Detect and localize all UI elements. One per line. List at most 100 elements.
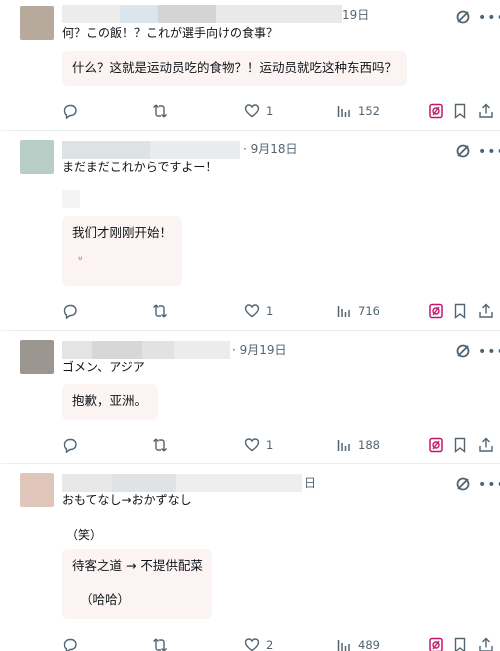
translation-text-line2: （哈哈） <box>80 592 131 607</box>
views-button[interactable]: 152 <box>336 101 380 121</box>
share-icon <box>479 103 493 118</box>
bookmark-button[interactable] <box>452 301 468 321</box>
author-name-blurred[interactable] <box>62 141 240 159</box>
grok-icon[interactable] <box>455 143 471 159</box>
like-count: 1 <box>266 304 274 318</box>
share-button[interactable] <box>478 301 494 321</box>
grok-button[interactable] <box>428 301 444 321</box>
retweet-button[interactable] <box>152 101 168 121</box>
action-bar: 2 489 <box>0 635 500 651</box>
like-button[interactable]: 1 <box>244 101 273 121</box>
post[interactable]: · 9月19日 ゴメン、アジア 抱歉，亚洲。 ••• 1 188 <box>0 331 500 464</box>
more-icon[interactable]: ••• <box>478 11 500 25</box>
grok-button[interactable] <box>428 435 444 455</box>
grok-icon[interactable] <box>455 343 471 359</box>
grok-icon[interactable] <box>455 9 471 25</box>
reply-button[interactable] <box>62 435 78 455</box>
retweet-icon <box>153 304 167 318</box>
like-button[interactable]: 1 <box>244 435 273 455</box>
reply-icon <box>63 438 77 453</box>
avatar[interactable] <box>20 340 54 374</box>
post-date[interactable]: 19日 <box>342 7 369 23</box>
reply-button[interactable] <box>62 635 78 651</box>
translation-text: 抱歉，亚洲。 <box>72 393 148 408</box>
translation-box: 我们才刚刚开始！ ᐡ <box>62 216 182 286</box>
reply-feed: 19日 何？この飯！？これが選手向けの食事？ 什么？这就是运动员吃的食物？！运动… <box>0 0 500 651</box>
retweet-button[interactable] <box>152 435 168 455</box>
grok-button[interactable] <box>428 101 444 121</box>
author-name-blurred[interactable] <box>62 341 230 359</box>
reply-button[interactable] <box>62 101 78 121</box>
views-button[interactable]: 489 <box>336 635 380 651</box>
bookmark-button[interactable] <box>452 635 468 651</box>
bookmark-button[interactable] <box>452 435 468 455</box>
post-text: おもてなし→おかずなし <box>62 493 192 507</box>
avatar[interactable] <box>20 473 54 507</box>
heart-icon <box>244 304 260 318</box>
bookmark-button[interactable] <box>452 101 468 121</box>
grok-icon <box>429 437 443 453</box>
translation-text: 什么？这就是运动员吃的食物？！运动员就吃这种东西吗？ <box>72 60 398 75</box>
views-icon <box>337 640 350 651</box>
post-text-line2: （笑） <box>66 528 103 542</box>
post-text: 何？この飯！？これが選手向けの食事？ <box>62 26 279 40</box>
action-bar: 1 716 <box>0 301 500 321</box>
grok-button[interactable] <box>428 635 444 651</box>
grok-icon <box>429 303 443 319</box>
bookmark-icon <box>454 437 466 453</box>
share-icon <box>479 303 493 318</box>
bookmark-icon <box>454 103 466 119</box>
share-button[interactable] <box>478 635 494 651</box>
views-button[interactable]: 188 <box>336 435 380 455</box>
translation-text: 待客之道 → 不提供配菜 <box>72 558 203 573</box>
views-count: 152 <box>358 104 380 118</box>
post[interactable]: · 9月18日 まだまだこれからですよー！ 我们才刚刚开始！ ᐡ ••• 1 7… <box>0 131 500 331</box>
share-button[interactable] <box>478 101 494 121</box>
more-icon[interactable]: ••• <box>478 345 500 359</box>
author-name-blurred[interactable] <box>62 474 302 492</box>
like-button[interactable]: 1 <box>244 301 273 321</box>
retweet-button[interactable] <box>152 635 168 651</box>
translation-text: 我们才刚刚开始！ <box>72 225 173 240</box>
grok-icon <box>429 103 443 119</box>
reply-button[interactable] <box>62 301 78 321</box>
views-icon <box>337 106 350 117</box>
avatar[interactable] <box>20 6 54 40</box>
like-button[interactable]: 2 <box>244 635 273 651</box>
translation-emoji: ᐡ <box>78 254 84 267</box>
post-date[interactable]: · 9月19日 <box>232 342 287 358</box>
retweet-button[interactable] <box>152 301 168 321</box>
post[interactable]: 日 おもてなし→おかずなし （笑） 待客之道 → 不提供配菜 （哈哈） ••• … <box>0 464 500 651</box>
image-placeholder <box>62 190 80 208</box>
share-button[interactable] <box>478 435 494 455</box>
translation-box: 待客之道 → 不提供配菜 （哈哈） <box>62 549 212 619</box>
avatar[interactable] <box>20 140 54 174</box>
action-bar: 1 188 <box>0 435 500 455</box>
like-count: 1 <box>266 104 274 118</box>
post[interactable]: 19日 何？この飯！？これが選手向けの食事？ 什么？这就是运动员吃的食物？！运动… <box>0 0 500 131</box>
retweet-icon <box>153 638 167 651</box>
retweet-icon <box>153 104 167 118</box>
more-icon[interactable]: ••• <box>478 145 500 159</box>
views-button[interactable]: 716 <box>336 301 380 321</box>
views-count: 716 <box>358 304 380 318</box>
reply-icon <box>63 304 77 319</box>
post-date[interactable]: 日 <box>304 475 316 491</box>
views-count: 188 <box>358 438 380 452</box>
post-date[interactable]: · 9月18日 <box>243 141 298 157</box>
more-icon[interactable]: ••• <box>478 478 500 492</box>
author-name-blurred[interactable] <box>62 5 342 23</box>
action-bar: 1 152 <box>0 101 500 121</box>
grok-icon[interactable] <box>455 476 471 492</box>
bookmark-icon <box>454 303 466 319</box>
share-icon <box>479 637 493 651</box>
reply-icon <box>63 638 77 651</box>
views-icon <box>337 440 350 451</box>
post-text: ゴメン、アジア <box>62 360 145 374</box>
reply-icon <box>63 104 77 119</box>
translation-box: 抱歉，亚洲。 <box>62 384 158 420</box>
post-text: まだまだこれからですよー！ <box>62 160 218 174</box>
heart-icon <box>244 438 260 452</box>
heart-icon <box>244 638 260 651</box>
like-count: 2 <box>266 638 274 651</box>
